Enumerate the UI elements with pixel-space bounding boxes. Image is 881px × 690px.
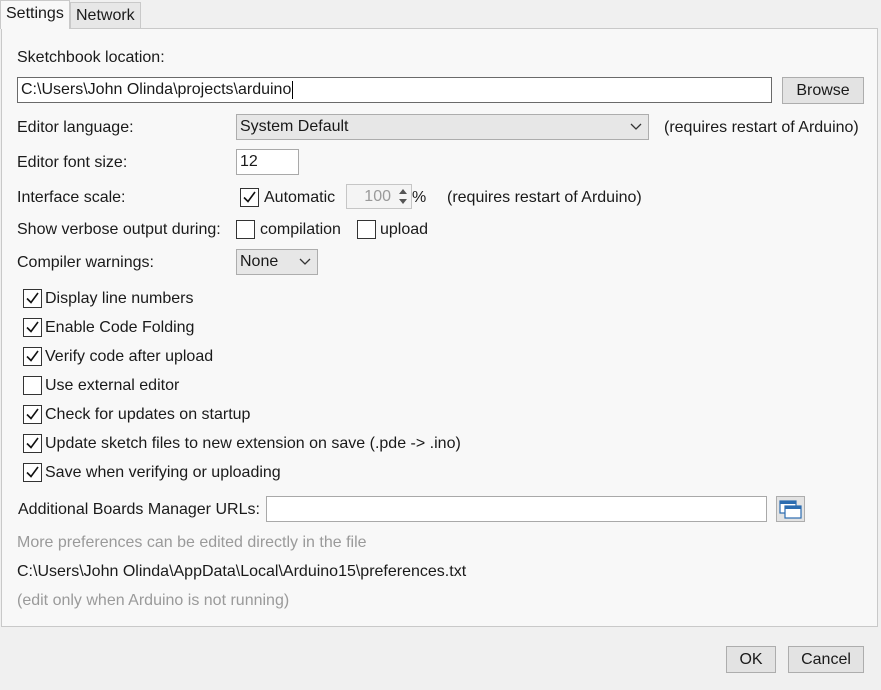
interface-scale-spinner[interactable]: 100 — [346, 184, 412, 209]
checkmark-icon — [26, 437, 39, 449]
verbose-compilation-label: compilation — [260, 221, 341, 238]
chevron-down-icon — [299, 258, 311, 265]
tab-network[interactable]: Network — [70, 2, 141, 28]
save-when-verifying-label: Save when verifying or uploading — [45, 464, 281, 481]
use-external-editor-checkbox[interactable] — [23, 376, 42, 395]
more-preferences-note: More preferences can be edited directly … — [17, 534, 367, 551]
checkmark-icon — [26, 466, 39, 478]
save-when-verifying-checkbox[interactable] — [23, 463, 42, 482]
spinner-arrows-icon[interactable] — [396, 186, 410, 207]
verify-code-after-upload-checkbox[interactable] — [23, 347, 42, 366]
automatic-scale-checkbox[interactable] — [240, 188, 259, 207]
edit-only-note: (edit only when Arduino is not running) — [17, 592, 290, 609]
editor-font-size-label: Editor font size: — [17, 154, 128, 171]
interface-scale-note: (requires restart of Arduino) — [447, 189, 642, 206]
check-updates-startup-label: Check for updates on startup — [45, 406, 251, 423]
update-sketch-extension-checkbox[interactable] — [23, 434, 42, 453]
preferences-file-path: C:\Users\John Olinda\AppData\Local\Ardui… — [17, 563, 467, 580]
checkmark-icon — [26, 321, 39, 333]
sketchbook-path-value: C:\Users\John Olinda\projects\arduino — [21, 81, 292, 98]
chevron-down-icon — [630, 123, 642, 130]
verbose-upload-label: upload — [380, 221, 429, 238]
browse-button[interactable]: Browse — [782, 77, 864, 104]
tab-bar: Settings Network — [0, 0, 881, 29]
enable-code-folding-checkbox[interactable] — [23, 318, 42, 337]
boards-manager-urls-input[interactable] — [266, 496, 767, 522]
sketchbook-location-label: Sketchbook location: — [17, 49, 165, 66]
sketchbook-path-input[interactable]: C:\Users\John Olinda\projects\arduino — [17, 77, 772, 103]
automatic-scale-label: Automatic — [264, 189, 336, 206]
verbose-upload-checkbox[interactable] — [357, 220, 376, 239]
interface-scale-unit: % — [412, 189, 427, 206]
boards-manager-urls-editor-button[interactable] — [776, 496, 805, 522]
tab-settings[interactable]: Settings — [0, 0, 70, 29]
interface-scale-label: Interface scale: — [17, 189, 126, 206]
use-external-editor-label: Use external editor — [45, 377, 180, 394]
editor-language-select[interactable]: System Default — [236, 114, 649, 140]
ok-button[interactable]: OK — [726, 646, 776, 673]
display-line-numbers-label: Display line numbers — [45, 290, 194, 307]
enable-code-folding-label: Enable Code Folding — [45, 319, 195, 336]
display-line-numbers-checkbox[interactable] — [23, 289, 42, 308]
settings-panel: Sketchbook location: C:\Users\John Olind… — [1, 28, 878, 627]
checkmark-icon — [26, 408, 39, 420]
compiler-warnings-label: Compiler warnings: — [17, 254, 154, 271]
windows-stack-icon — [779, 500, 802, 519]
editor-language-note: (requires restart of Arduino) — [664, 119, 859, 136]
editor-language-label: Editor language: — [17, 119, 134, 136]
checkmark-icon — [243, 191, 256, 203]
verbose-output-label: Show verbose output during: — [17, 221, 221, 238]
editor-language-value: System Default — [240, 118, 349, 135]
interface-scale-value: 100 — [364, 188, 391, 205]
verbose-compilation-checkbox[interactable] — [236, 220, 255, 239]
text-caret — [292, 80, 294, 99]
verify-code-after-upload-label: Verify code after upload — [45, 348, 214, 365]
check-updates-startup-checkbox[interactable] — [23, 405, 42, 424]
update-sketch-extension-label: Update sketch files to new extension on … — [45, 435, 461, 452]
checkmark-icon — [26, 350, 39, 362]
cancel-button[interactable]: Cancel — [788, 646, 864, 673]
compiler-warnings-select[interactable]: None — [236, 249, 318, 275]
checkmark-icon — [26, 292, 39, 304]
boards-manager-urls-label: Additional Boards Manager URLs: — [18, 501, 260, 518]
editor-font-size-input[interactable]: 12 — [236, 149, 299, 175]
compiler-warnings-value: None — [240, 253, 279, 270]
